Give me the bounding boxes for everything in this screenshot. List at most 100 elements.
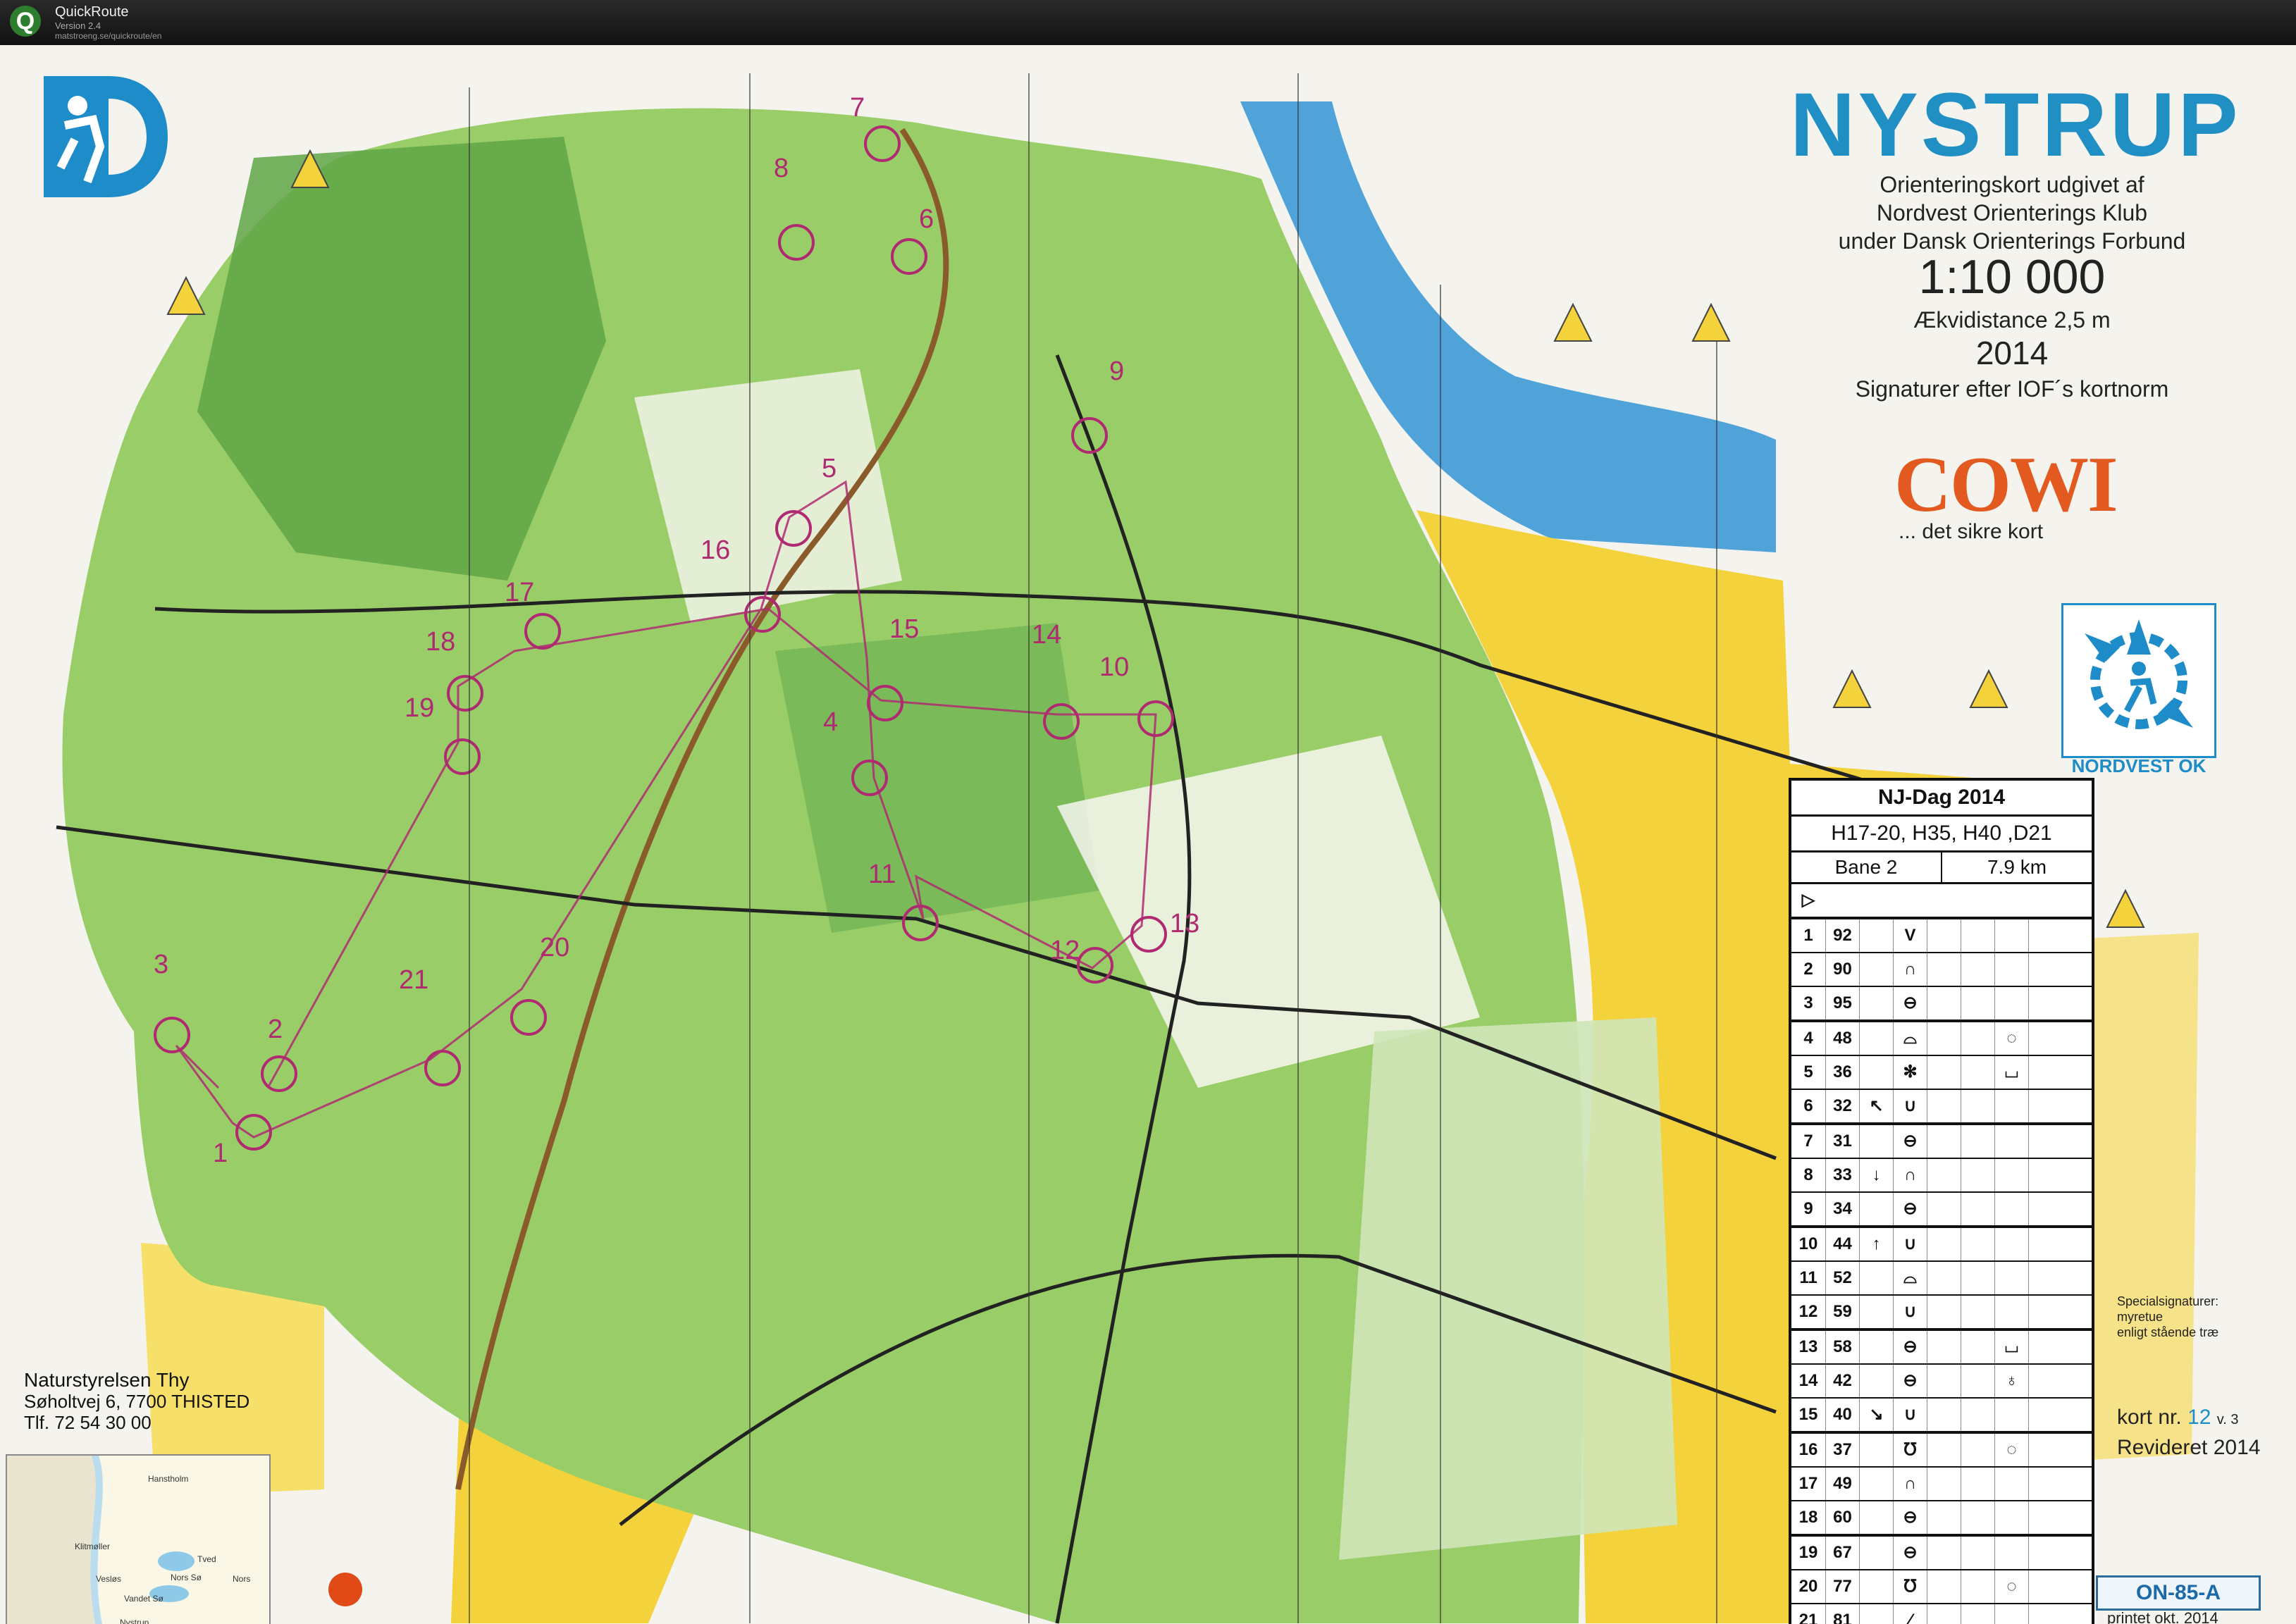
special-symbols-title: Specialsignaturer: xyxy=(2117,1294,2219,1308)
control-direction xyxy=(1859,1604,1893,1624)
on-reference-badge: ON-85-A xyxy=(2096,1575,2261,1611)
control-number: 11 xyxy=(868,860,896,889)
inset-place: Vesløs xyxy=(96,1574,122,1584)
control-order: 6 xyxy=(1803,1096,1813,1115)
sponsor-tagline: ... det sikre kort xyxy=(1899,520,2044,543)
control-code: 59 xyxy=(1825,1296,1859,1328)
control-number: 20 xyxy=(540,933,570,962)
control-direction xyxy=(1859,987,1893,1019)
control-col-h xyxy=(2028,953,2062,986)
control-col-e xyxy=(1927,1434,1961,1466)
control-col-f xyxy=(1961,1090,1994,1122)
course-length: 7.9 km xyxy=(1941,853,2092,882)
control-col-f xyxy=(1961,1501,1994,1534)
inset-place: Tved xyxy=(197,1554,216,1564)
control-code: 81 xyxy=(1825,1604,1859,1624)
control-code: 49 xyxy=(1825,1468,1859,1500)
control-feature-icon: ⊖ xyxy=(1893,1365,1927,1397)
control-col-h xyxy=(2028,1056,2062,1089)
control-feature-icon: ⊖ xyxy=(1893,1331,1927,1363)
start-row: ▷ xyxy=(1791,884,2092,919)
control-order: 7 xyxy=(1803,1132,1813,1151)
control-description-card: NJ-Dag 2014 H17-20, H35, H40 ,D21 Bane 2… xyxy=(1789,778,2094,1624)
map-scale: 1:10 000 xyxy=(1918,250,2106,304)
control-col-e xyxy=(1927,1262,1961,1294)
sponsor-logo: COWI xyxy=(1894,441,2118,528)
owner-address: Søholtvej 6, 7700 THISTED xyxy=(24,1391,250,1412)
control-col-h xyxy=(2028,1125,2062,1158)
control-number: 19 xyxy=(405,693,435,723)
control-feature-icon: ℧ xyxy=(1893,1570,1927,1603)
control-col-h xyxy=(2028,1090,2062,1122)
control-col-e xyxy=(1927,1296,1961,1328)
control-col-e xyxy=(1927,1022,1961,1055)
control-col-e xyxy=(1927,1331,1961,1363)
control-feature-icon: ⌓ xyxy=(1893,1022,1927,1055)
control-code: 31 xyxy=(1825,1125,1859,1158)
control-code: 95 xyxy=(1825,987,1859,1019)
control-col-e xyxy=(1927,1537,1961,1569)
control-feature-icon: ∪ xyxy=(1893,1296,1927,1328)
control-number: 17 xyxy=(505,578,535,607)
map-number: 12 xyxy=(2187,1406,2211,1429)
control-detail-icon: ♁ xyxy=(1994,1365,2028,1397)
control-number: 16 xyxy=(700,535,731,565)
control-direction xyxy=(1859,1468,1893,1500)
control-number: 13 xyxy=(1170,909,1200,938)
event-name: NJ-Dag 2014 xyxy=(1791,781,2092,817)
control-code: 36 xyxy=(1825,1056,1859,1089)
printed-date: printet okt. 2014 xyxy=(2107,1609,2218,1624)
control-col-e xyxy=(1927,1125,1961,1158)
control-feature-icon: ∩ xyxy=(1893,1159,1927,1191)
control-code: 90 xyxy=(1825,953,1859,986)
control-order: 17 xyxy=(1798,1474,1818,1493)
control-detail-icon xyxy=(1994,1262,2028,1294)
control-feature-icon: ⌓ xyxy=(1893,1262,1927,1294)
control-col-f xyxy=(1961,1365,1994,1397)
control-col-f xyxy=(1961,1296,1994,1328)
control-col-f xyxy=(1961,1434,1994,1466)
map-title: NYSTRUP xyxy=(1790,75,2241,175)
control-direction xyxy=(1859,1365,1893,1397)
control-direction: ↓ xyxy=(1859,1159,1893,1191)
control-row: 13 58 ⊖ ⌴ xyxy=(1791,1331,2092,1365)
control-col-h xyxy=(2028,987,2062,1019)
control-col-h xyxy=(2028,919,2062,952)
publisher-line-1: Orienteringskort udgivet af xyxy=(1880,172,2144,197)
map-version: v. 3 xyxy=(2216,1412,2239,1427)
forest-east-light xyxy=(1339,1017,1677,1560)
control-row: 19 67 ⊖ xyxy=(1791,1537,2092,1570)
control-detail-icon: ◌ xyxy=(1994,1434,2028,1466)
control-row: 16 37 ℧ ◌ xyxy=(1791,1434,2092,1468)
control-col-e xyxy=(1927,1193,1961,1225)
control-direction xyxy=(1859,1296,1893,1328)
control-col-h xyxy=(2028,1331,2062,1363)
control-direction xyxy=(1859,1331,1893,1363)
control-feature-icon: ⊖ xyxy=(1893,987,1927,1019)
control-order: 18 xyxy=(1798,1508,1818,1527)
control-col-f xyxy=(1961,1056,1994,1089)
publisher-line-2: Nordvest Orienterings Klub xyxy=(1876,200,2148,225)
control-number: 1 xyxy=(213,1139,228,1168)
control-direction xyxy=(1859,1193,1893,1225)
control-feature-icon: ⊖ xyxy=(1893,1501,1927,1534)
control-detail-icon xyxy=(1994,1537,2028,1569)
control-order: 9 xyxy=(1803,1199,1813,1218)
control-number: 6 xyxy=(919,204,934,234)
control-col-e xyxy=(1927,1056,1961,1089)
control-col-h xyxy=(2028,1604,2062,1624)
orienteering-map[interactable]: NYSTRUP Orienteringskort udgivet af Nord… xyxy=(0,45,2296,1624)
control-col-h xyxy=(2028,1022,2062,1055)
control-order: 4 xyxy=(1803,1029,1813,1048)
control-detail-icon: ◌ xyxy=(1994,1570,2028,1603)
control-col-e xyxy=(1927,1570,1961,1603)
control-col-h xyxy=(2028,1262,2062,1294)
control-col-h xyxy=(2028,1228,2062,1260)
control-feature-icon: V xyxy=(1893,919,1927,952)
map-number-info: kort nr. 12 v. 3 Revideret 2014 xyxy=(2117,1403,2260,1462)
control-direction xyxy=(1859,1262,1893,1294)
control-col-e xyxy=(1927,987,1961,1019)
control-row: 2 90 ∩ xyxy=(1791,953,2092,987)
control-row: 12 59 ∪ xyxy=(1791,1296,2092,1331)
control-detail-icon: ⌴ xyxy=(1994,1056,2028,1089)
